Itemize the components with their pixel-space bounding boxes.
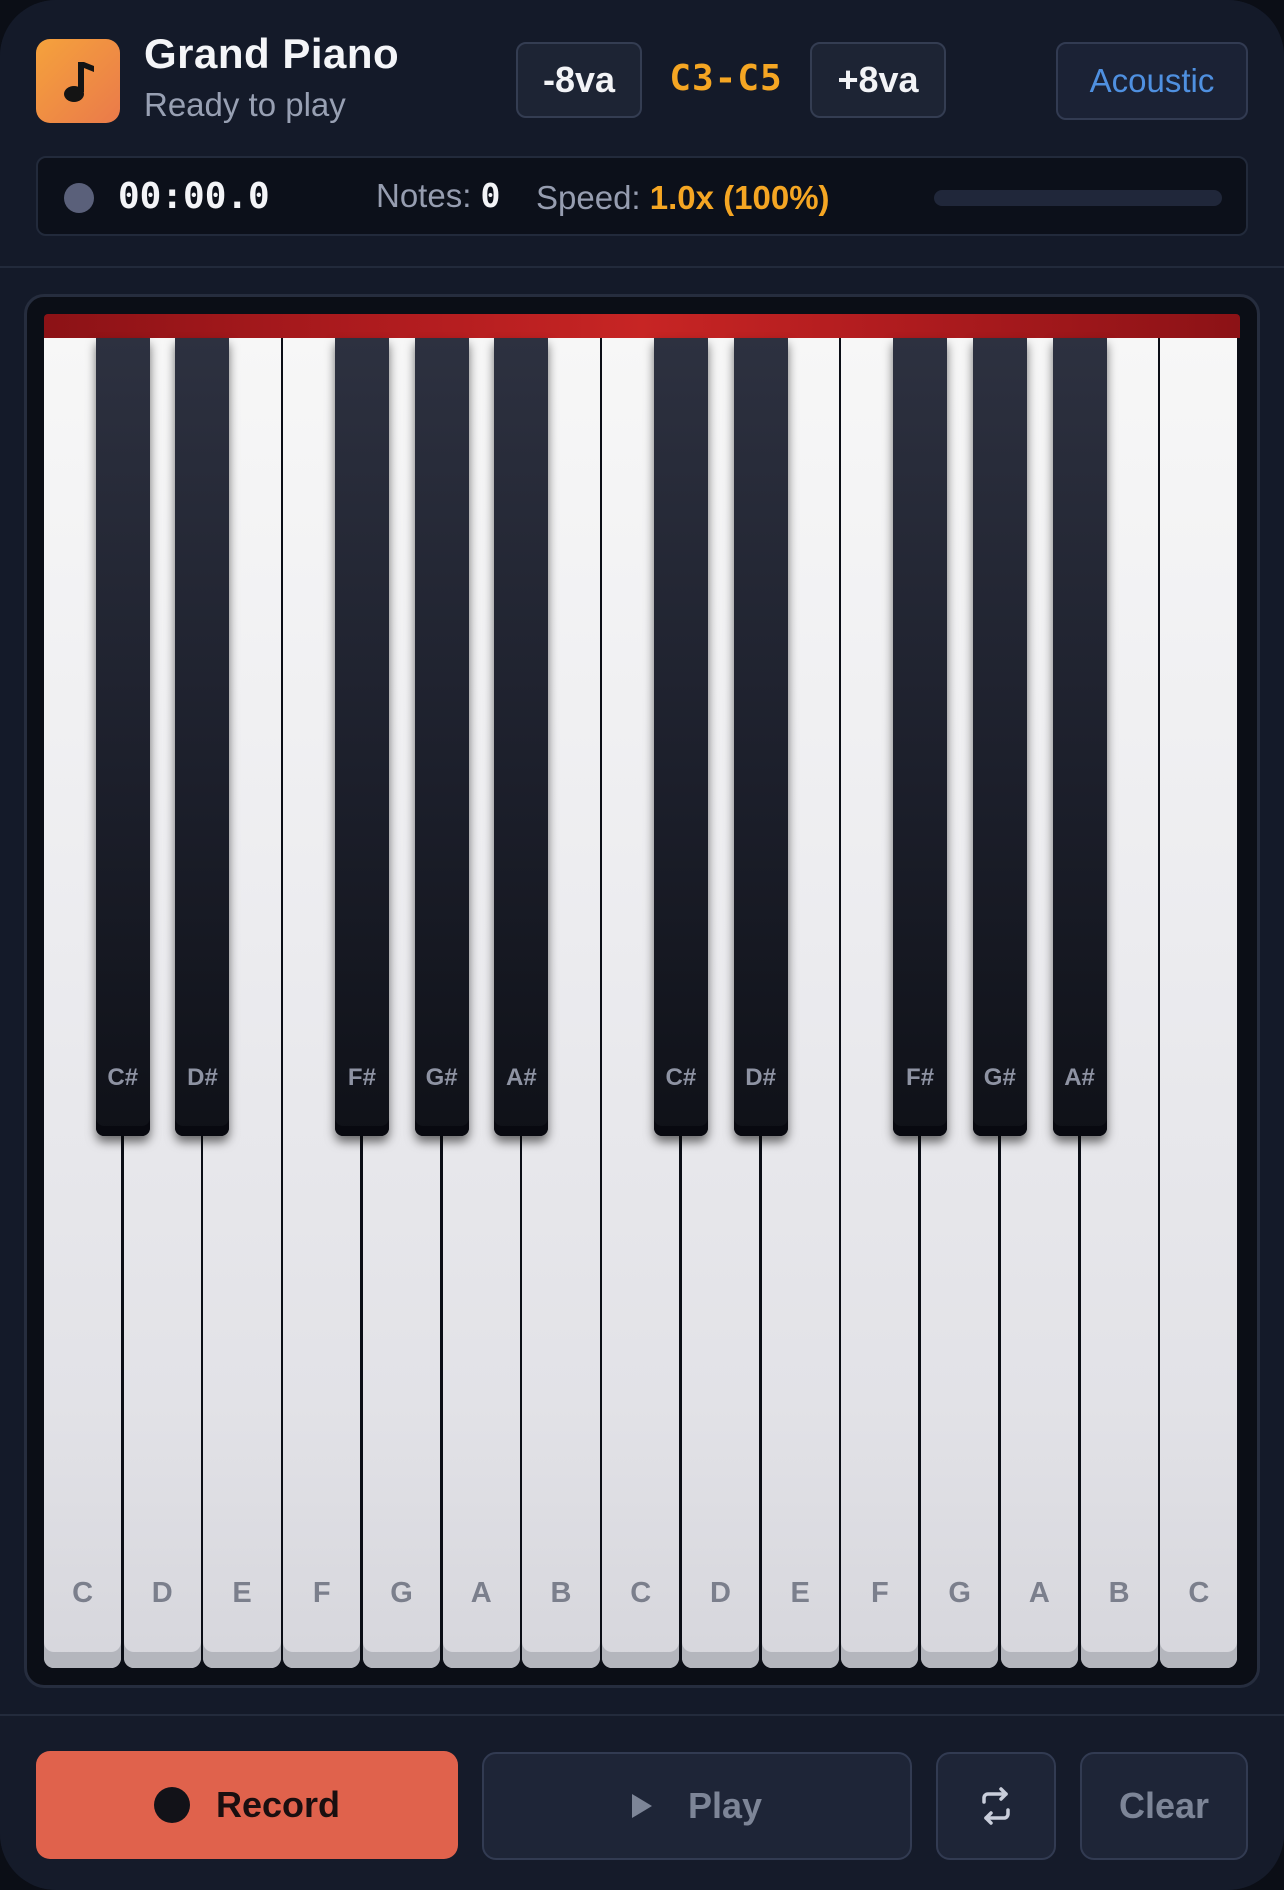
white-key-label: C bbox=[1188, 1577, 1210, 1609]
black-key[interactable]: G# bbox=[414, 338, 469, 1136]
notes-value: 0 bbox=[480, 176, 501, 215]
white-key-label: A bbox=[1028, 1577, 1050, 1609]
key-felt-strip bbox=[44, 314, 1240, 338]
piano-keyboard: C D E F G A B C D E F G A B C C# D# F# G# A# C# D# F# G# A# bbox=[44, 338, 1240, 1668]
white-key-label: E bbox=[790, 1577, 810, 1609]
octave-down-button[interactable]: -8va bbox=[516, 42, 642, 118]
notes-label: Notes: bbox=[376, 177, 472, 214]
play-button-label: Play bbox=[687, 1785, 763, 1826]
black-key[interactable]: C# bbox=[95, 338, 150, 1136]
white-key-label: C bbox=[72, 1577, 94, 1609]
black-key-label: F# bbox=[347, 1064, 376, 1091]
record-button-label: Record bbox=[215, 1784, 341, 1825]
black-key[interactable]: F# bbox=[334, 338, 389, 1136]
speed-value: 1.0x (100%) bbox=[649, 179, 830, 216]
control-bar: Record Play Clear bbox=[0, 1714, 1284, 1890]
black-key[interactable]: G# bbox=[972, 338, 1027, 1136]
black-key[interactable]: F# bbox=[893, 338, 948, 1136]
white-key-label: F bbox=[871, 1577, 889, 1609]
white-key-label: B bbox=[1108, 1577, 1130, 1609]
sound-mode-button[interactable]: Acoustic bbox=[1056, 42, 1248, 120]
black-key[interactable]: A# bbox=[1052, 338, 1107, 1136]
white-key-label: A bbox=[470, 1577, 492, 1609]
speed-indicator: Speed: 1.0x (100%) bbox=[536, 179, 830, 217]
black-key-label: G# bbox=[983, 1064, 1016, 1091]
black-key[interactable]: D# bbox=[175, 338, 230, 1136]
playback-progress-bar[interactable] bbox=[934, 190, 1222, 206]
black-key-label: C# bbox=[665, 1064, 697, 1091]
notes-counter: Notes: 0 bbox=[376, 176, 500, 215]
white-key-label: C bbox=[630, 1577, 652, 1609]
black-key-label: D# bbox=[745, 1064, 776, 1091]
black-key-label: A# bbox=[506, 1064, 537, 1091]
white-key-label: D bbox=[151, 1577, 173, 1609]
black-key[interactable]: A# bbox=[494, 338, 549, 1136]
black-key-label: C# bbox=[107, 1064, 139, 1091]
black-key-label: G# bbox=[425, 1064, 458, 1091]
octave-up-button[interactable]: +8va bbox=[810, 42, 946, 118]
black-key[interactable]: C# bbox=[653, 338, 708, 1136]
white-key-label: D bbox=[709, 1577, 731, 1609]
app-title: Grand Piano bbox=[144, 30, 400, 77]
white-key-label: B bbox=[550, 1577, 572, 1609]
header: Grand Piano Ready to play -8va C3-C5 +8v… bbox=[0, 0, 1284, 268]
white-key-label: G bbox=[390, 1577, 413, 1609]
play-button[interactable]: Play bbox=[482, 1752, 912, 1860]
app-status-text: Ready to play bbox=[144, 86, 346, 123]
white-key-label: G bbox=[948, 1577, 971, 1609]
timer: 00:00.0 bbox=[118, 176, 270, 217]
white-key-label: F bbox=[312, 1577, 331, 1609]
octave-range: C3-C5 bbox=[669, 58, 783, 99]
play-triangle-icon bbox=[631, 1794, 652, 1818]
record-dot-icon bbox=[153, 1787, 190, 1823]
record-button[interactable]: Record bbox=[36, 1751, 458, 1859]
piano-app: Grand Piano Ready to play -8va C3-C5 +8v… bbox=[0, 0, 1284, 1890]
black-key[interactable]: D# bbox=[733, 338, 788, 1136]
music-note-icon bbox=[36, 39, 120, 123]
black-key-label: D# bbox=[187, 1064, 218, 1091]
status-bar: 00:00.0 Notes: 0 Speed: 1.0x (100%) bbox=[36, 156, 1248, 236]
black-key-label: A# bbox=[1064, 1064, 1095, 1091]
white-key[interactable]: C bbox=[1160, 338, 1238, 1668]
recording-indicator-icon bbox=[64, 183, 94, 213]
white-key-label: E bbox=[232, 1577, 252, 1609]
music-note-glyph bbox=[64, 62, 94, 102]
black-key-label: F# bbox=[906, 1064, 935, 1091]
loop-button[interactable] bbox=[936, 1752, 1056, 1860]
clear-button[interactable]: Clear bbox=[1080, 1752, 1248, 1860]
speed-label: Speed: bbox=[536, 179, 641, 216]
repeat-icon bbox=[982, 1787, 1010, 1825]
